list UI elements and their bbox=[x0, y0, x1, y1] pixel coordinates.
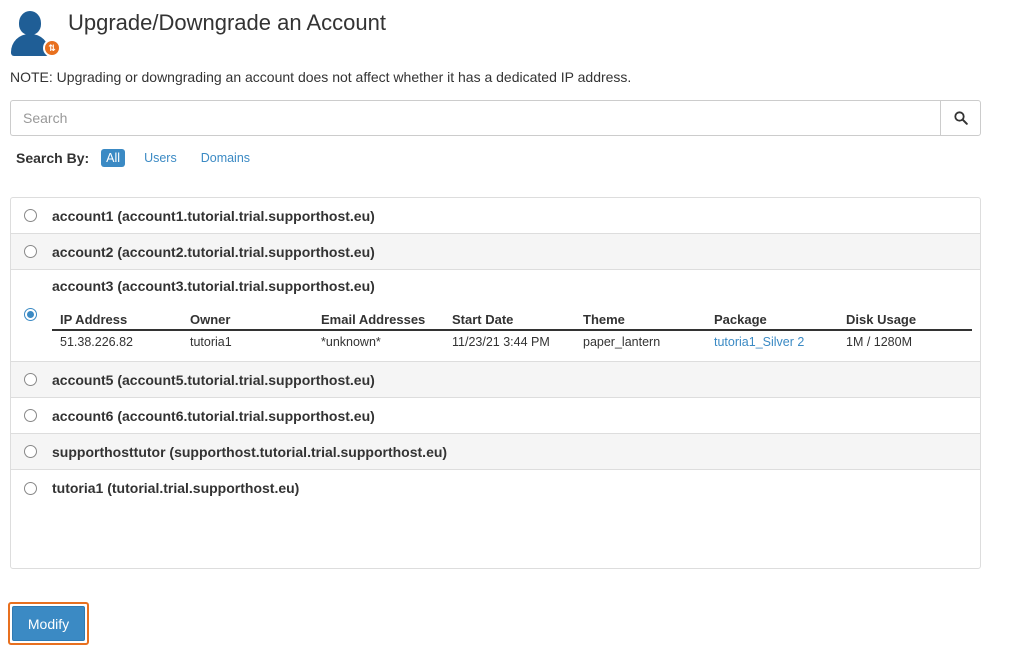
account-radio[interactable] bbox=[24, 445, 37, 458]
account-label: account5 (account5.tutorial.trial.suppor… bbox=[52, 371, 375, 388]
account-label: account6 (account6.tutorial.trial.suppor… bbox=[52, 407, 375, 424]
note-text: NOTE: Upgrading or downgrading an accoun… bbox=[10, 69, 632, 85]
col-owner: Owner bbox=[190, 312, 231, 327]
disk-usage-value: 1M / 1280M bbox=[846, 335, 913, 349]
page-header: ⇅ Upgrade/Downgrade an Account bbox=[10, 8, 386, 58]
account-label: account3 (account3.tutorial.trial.suppor… bbox=[52, 278, 375, 294]
col-start-date: Start Date bbox=[452, 312, 514, 327]
modify-button[interactable]: Modify bbox=[12, 606, 85, 641]
account-row[interactable]: tutoria1 (tutorial.trial.supporthost.eu) bbox=[11, 470, 980, 506]
account-radio-selected[interactable] bbox=[24, 308, 37, 321]
search-bar bbox=[10, 100, 981, 136]
modify-button-highlight: Modify bbox=[8, 602, 89, 645]
col-theme: Theme bbox=[583, 312, 625, 327]
account-list: account1 (account1.tutorial.trial.suppor… bbox=[10, 197, 981, 569]
filter-domains[interactable]: Domains bbox=[196, 149, 255, 167]
account-row[interactable]: account2 (account2.tutorial.trial.suppor… bbox=[11, 234, 980, 270]
email-addresses-value: *unknown* bbox=[321, 335, 381, 349]
page-title: Upgrade/Downgrade an Account bbox=[68, 9, 386, 35]
account-row[interactable]: account5 (account5.tutorial.trial.suppor… bbox=[11, 362, 980, 398]
account-row-selected[interactable]: account3 (account3.tutorial.trial.suppor… bbox=[11, 270, 980, 362]
search-by-label: Search By: bbox=[16, 150, 90, 166]
col-ip-address: IP Address bbox=[60, 312, 128, 327]
package-link[interactable]: tutoria1_Silver 2 bbox=[706, 335, 838, 349]
account-radio[interactable] bbox=[24, 373, 37, 386]
account-radio[interactable] bbox=[24, 245, 37, 258]
start-date-value: 11/23/21 3:44 PM bbox=[452, 335, 550, 349]
user-transfer-icon: ⇅ bbox=[10, 8, 62, 58]
search-input[interactable] bbox=[10, 100, 940, 136]
ip-address-value: 51.38.226.82 bbox=[60, 335, 133, 349]
account-row[interactable]: supporthosttutor (supporthost.tutorial.t… bbox=[11, 434, 980, 470]
transfer-badge-icon: ⇅ bbox=[43, 39, 61, 57]
account-radio[interactable] bbox=[24, 409, 37, 422]
account-row[interactable]: account6 (account6.tutorial.trial.suppor… bbox=[11, 398, 980, 434]
col-email-addresses: Email Addresses bbox=[321, 312, 426, 327]
theme-value: paper_lantern bbox=[583, 335, 661, 349]
col-package: Package bbox=[714, 312, 767, 327]
search-by-filter: Search By: All Users Domains bbox=[16, 149, 269, 167]
details-header-row: IP Address Owner Email Addresses Start D… bbox=[52, 312, 972, 331]
col-disk-usage: Disk Usage bbox=[846, 312, 917, 327]
account-details-table: IP Address Owner Email Addresses Start D… bbox=[52, 312, 972, 349]
account-radio[interactable] bbox=[24, 481, 37, 495]
account-label: supporthosttutor (supporthost.tutorial.t… bbox=[52, 443, 448, 460]
account-row[interactable]: account1 (account1.tutorial.trial.suppor… bbox=[11, 198, 980, 234]
filter-all[interactable]: All bbox=[101, 149, 126, 167]
account-radio[interactable] bbox=[24, 209, 37, 222]
account-label: account2 (account2.tutorial.trial.suppor… bbox=[52, 243, 375, 260]
owner-value: tutoria1 bbox=[190, 335, 232, 349]
search-button[interactable] bbox=[940, 100, 981, 136]
filter-users[interactable]: Users bbox=[139, 149, 182, 167]
account-label: account1 (account1.tutorial.trial.suppor… bbox=[52, 207, 375, 224]
search-icon bbox=[953, 111, 968, 125]
details-value-row: 51.38.226.82 tutoria1 *unknown* 11/23/21… bbox=[52, 331, 972, 349]
account-label: tutoria1 (tutorial.trial.supporthost.eu) bbox=[52, 480, 300, 496]
